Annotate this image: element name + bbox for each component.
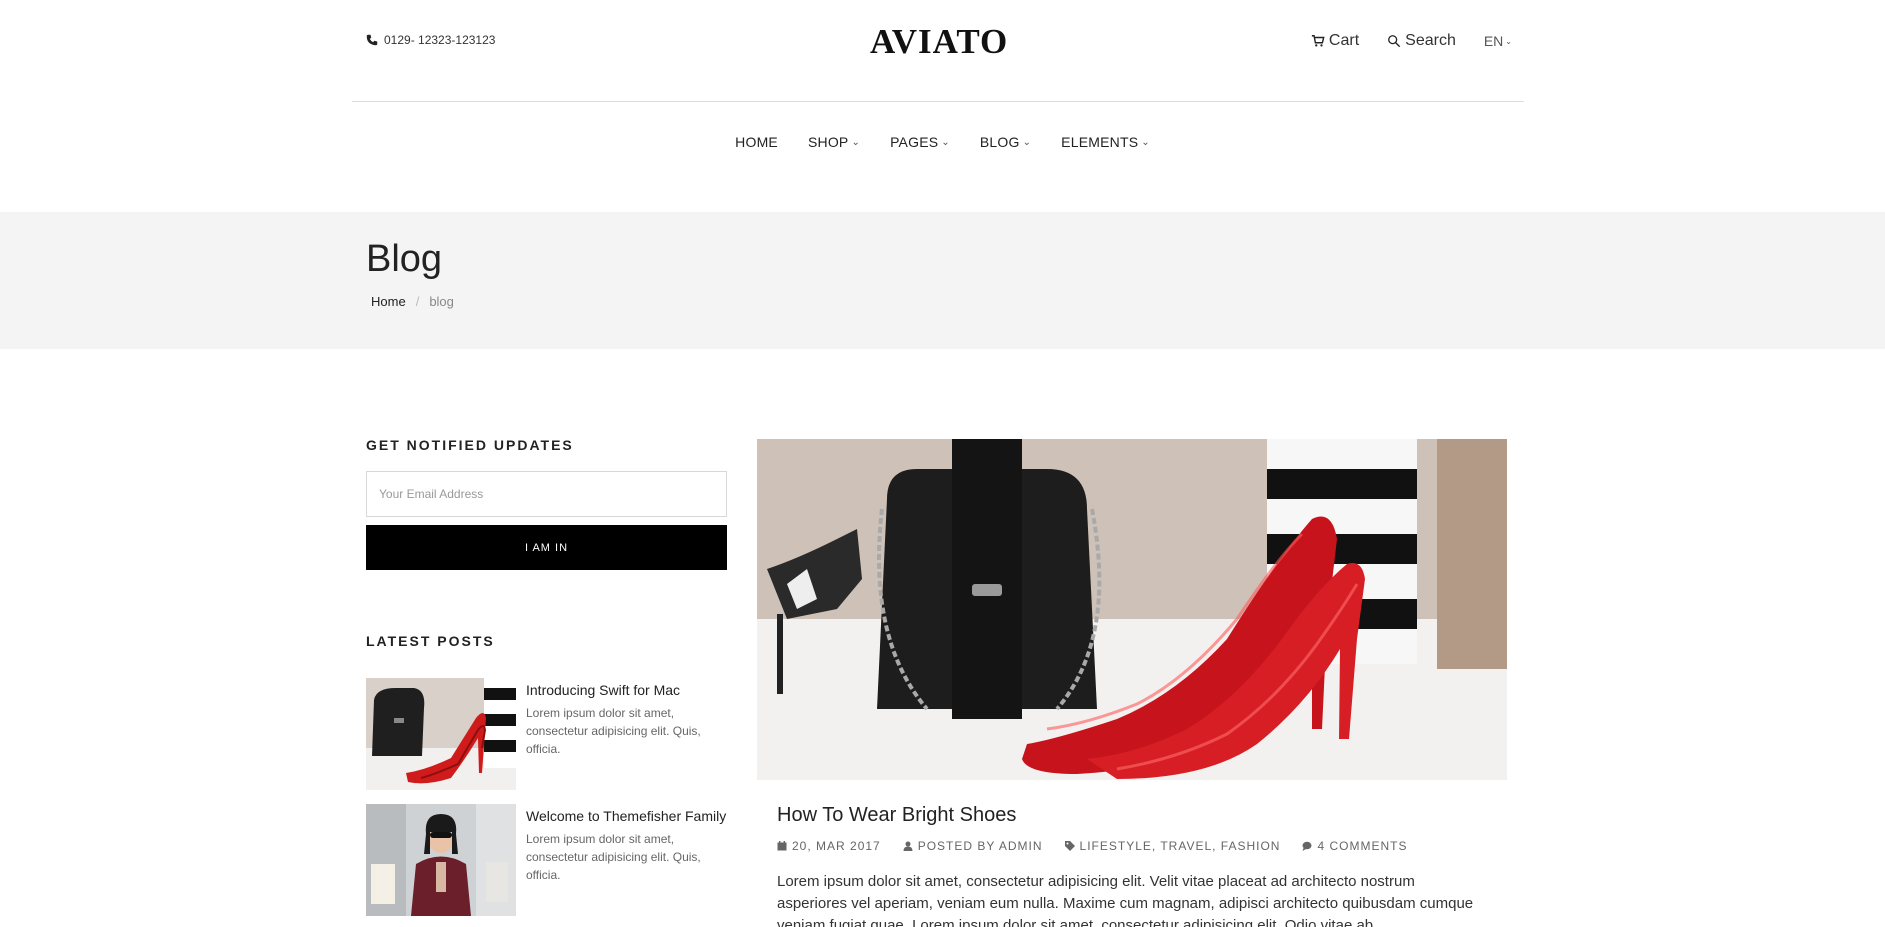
search-link[interactable]: Search [1387, 32, 1456, 50]
nav-elements[interactable]: ELEMENTS ⌄ [1061, 134, 1150, 150]
post-title[interactable]: How To Wear Bright Shoes [777, 804, 1507, 827]
subscribe-button[interactable]: I AM IN [366, 525, 727, 570]
cart-link[interactable]: Cart [1311, 32, 1359, 50]
phone-contact: 0129- 12323-123123 [366, 33, 495, 47]
post-date-text: 20, MAR 2017 [792, 839, 881, 853]
post-thumbnail[interactable] [366, 804, 516, 916]
shoes-image [366, 678, 516, 790]
latest-posts-title: LATEST POSTS [366, 633, 495, 649]
language-label: EN [1483, 33, 1504, 49]
breadcrumb: Home / blog [371, 294, 454, 309]
post-date: 20, MAR 2017 [777, 839, 881, 853]
chevron-down-icon: ⌄ [941, 136, 950, 148]
breadcrumb-home[interactable]: Home [371, 294, 406, 309]
post-meta: 20, MAR 2017 POSTED BY ADMIN LIFESTYLE, … [777, 839, 1507, 853]
list-item: Introducing Swift for Mac Lorem ipsum do… [366, 678, 727, 790]
top-bar: 0129- 12323-123123 AVIATO Cart Search EN… [352, 0, 1524, 102]
post-title[interactable]: Introducing Swift for Mac [526, 681, 727, 700]
page-title: Blog [366, 238, 443, 280]
post-featured-image[interactable] [757, 439, 1507, 780]
post-thumbnail[interactable] [366, 678, 516, 790]
chevron-down-icon: ⌄ [1022, 136, 1032, 148]
post-excerpt: Lorem ipsum dolor sit amet, consectetur … [526, 832, 701, 882]
chevron-down-icon: ⌄ [851, 136, 861, 148]
post-categories-text[interactable]: LIFESTYLE, TRAVEL, FASHION [1080, 839, 1281, 853]
cart-icon [1311, 35, 1325, 47]
nav-blog[interactable]: BLOG ⌄ [980, 134, 1031, 150]
language-select[interactable]: EN ⌄ [1484, 33, 1512, 49]
post-excerpt: Lorem ipsum dolor sit amet, consectetur … [526, 706, 701, 756]
post-excerpt: Lorem ipsum dolor sit amet, consectetur … [777, 873, 1474, 927]
site-logo[interactable]: AVIATO [870, 22, 1008, 62]
nav-home-label: HOME [735, 134, 778, 150]
nav-shop-label: SHOP [807, 134, 849, 150]
nav-elements-label: ELEMENTS [1061, 134, 1139, 150]
nav-blog-label: BLOG [979, 134, 1020, 150]
blog-post: How To Wear Bright Shoes 20, MAR 2017 PO… [757, 439, 1507, 927]
chevron-down-icon: ⌄ [1141, 136, 1150, 148]
nav-shop[interactable]: SHOP ⌄ [808, 134, 860, 150]
user-icon [903, 841, 913, 851]
post-categories: LIFESTYLE, TRAVEL, FASHION [1064, 839, 1281, 853]
calendar-icon [777, 841, 787, 851]
email-input[interactable] [366, 471, 727, 517]
latest-posts-list: Introducing Swift for Mac Lorem ipsum do… [366, 678, 727, 916]
tag-icon [1064, 841, 1075, 851]
breadcrumb-separator: / [415, 294, 420, 309]
comment-icon [1302, 841, 1312, 851]
post-author: POSTED BY ADMIN [903, 839, 1043, 853]
post-comments-text[interactable]: 4 COMMENTS [1317, 839, 1407, 853]
post-author-text[interactable]: POSTED BY ADMIN [918, 839, 1043, 853]
header-actions: Cart Search EN ⌄ [1311, 32, 1512, 50]
shoes-image [757, 439, 1507, 780]
search-icon [1388, 35, 1401, 48]
newsletter-title: GET NOTIFIED UPDATES [366, 437, 574, 453]
post-body: Introducing Swift for Mac Lorem ipsum do… [526, 678, 727, 790]
chevron-down-icon: ⌄ [1505, 36, 1512, 46]
post-comments: 4 COMMENTS [1302, 839, 1407, 853]
post-body: Welcome to Themefisher Family Lorem ipsu… [526, 804, 727, 916]
breadcrumb-current: blog [429, 294, 454, 309]
post-title[interactable]: Welcome to Themefisher Family [526, 807, 727, 826]
page-header: Blog Home / blog [0, 212, 1885, 349]
search-label: Search [1405, 32, 1456, 49]
main-nav: HOME SHOP ⌄ PAGES ⌄ BLOG ⌄ ELEMENTS ⌄ [0, 134, 1885, 150]
phone-number: 0129- 12323-123123 [384, 33, 496, 47]
list-item: Welcome to Themefisher Family Lorem ipsu… [366, 804, 727, 916]
nav-pages-label: PAGES [890, 134, 939, 150]
nav-pages[interactable]: PAGES ⌄ [890, 134, 950, 150]
nav-home[interactable]: HOME [735, 134, 778, 150]
sidebar: GET NOTIFIED UPDATES I AM IN LATEST POST… [366, 437, 727, 927]
cart-label: Cart [1328, 32, 1360, 49]
woman-shopping-image [366, 804, 516, 916]
phone-icon [366, 34, 378, 46]
